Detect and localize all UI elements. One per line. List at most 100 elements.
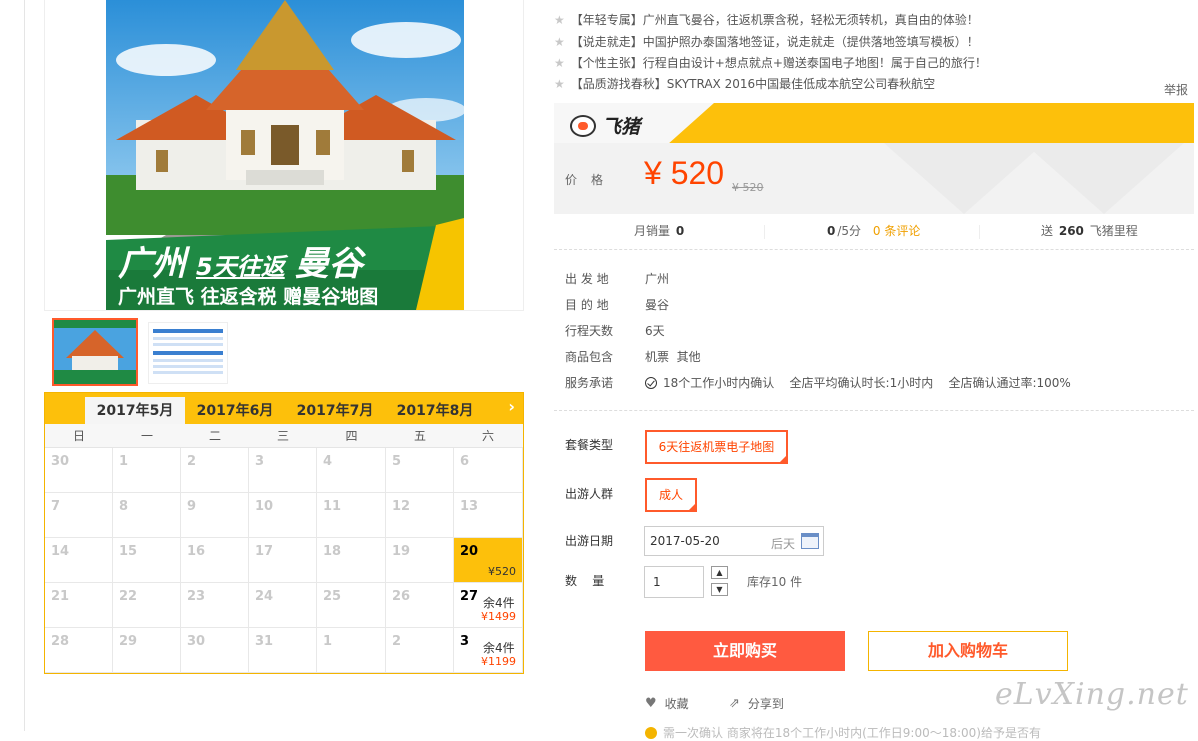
calendar-day-stock: 余4件	[483, 596, 515, 610]
rating-suffix: /5分	[837, 224, 862, 238]
banner-subtitle: 广州直飞 往返含税 赠曼谷地图	[118, 286, 379, 308]
star-icon: ★	[554, 56, 565, 70]
highlight-text: 【个性主张】行程自由设计+想点就点+赠送泰国电子地图！属于自己的旅行！	[570, 56, 987, 70]
travel-date-input[interactable]: 2017-05-20 后天	[644, 526, 824, 556]
calendar-day-number: 1	[323, 634, 333, 649]
calendar-day-cell: 30	[181, 628, 249, 673]
reviews-link[interactable]: 0 条评论	[873, 224, 920, 238]
calendar-day-number: 1	[119, 454, 129, 469]
banner-dest: 曼谷	[294, 244, 363, 284]
calendar-day-number: 16	[187, 544, 206, 559]
calendar-day-cell: 1	[113, 448, 181, 493]
page-left-border	[24, 0, 25, 731]
quantity-increase-button[interactable]: ▲	[711, 566, 728, 579]
sales-value: 0	[675, 224, 685, 238]
date-hint: 后天	[771, 537, 796, 551]
calendar-day-cell[interactable]: 20 ¥520	[454, 538, 523, 583]
package-option-button[interactable]: 6天往返机票电子地图	[645, 430, 788, 464]
calendar-day-number: 18	[323, 544, 342, 559]
share-button[interactable]: ⇗ 分享到	[729, 695, 784, 712]
calendar-day-cell: 22	[113, 583, 181, 628]
highlight-text: 【说走就走】中国护照办泰国落地签证，说走就走（提供落地签填写模板）！	[570, 35, 979, 49]
calendar-day-number: 8	[119, 499, 129, 514]
calendar-day-number: 17	[255, 544, 274, 559]
calendar-day-cell: 4	[317, 448, 386, 493]
current-price: ¥ 520	[644, 155, 725, 191]
calendar-day-number: 10	[255, 499, 274, 514]
highlight-item: ★ 【个性主张】行程自由设计+想点就点+赠送泰国电子地图！属于自己的旅行！	[554, 54, 987, 72]
calendar-day-price: ¥520	[488, 565, 516, 578]
price-label: 价格	[565, 173, 618, 187]
miles-prefix: 送	[1041, 224, 1054, 238]
calendar-day-cell[interactable]: 27 余4件 ¥1499	[454, 583, 523, 628]
tab-month-june[interactable]: 2017年6月	[185, 397, 285, 424]
calendar-day-cell: 1	[317, 628, 386, 673]
calendar-day-cell: 10	[249, 493, 317, 538]
calendar-day-cell: 26	[386, 583, 454, 628]
calendar-day-cell: 29	[113, 628, 181, 673]
check-circle-icon	[645, 376, 657, 389]
star-icon: ★	[554, 77, 565, 91]
calendar-day-number: 24	[255, 589, 274, 604]
stats-divider	[764, 225, 765, 239]
calendar-day-number: 6	[460, 454, 470, 469]
main-product-image: 广州 5天往返 曼谷 广州直飞 往返含税 赠曼谷地图	[44, 0, 524, 311]
rating-value: 0	[827, 224, 836, 238]
banner-title: 广州 5天往返 曼谷	[118, 236, 363, 285]
weekday-label: 四	[345, 429, 358, 443]
departure-calendar: 2017年5月 2017年6月 2017年7月 2017年8月 › 日 一 二 三 四 五…	[44, 392, 524, 674]
days-value: 6天	[645, 324, 665, 338]
calendar-day-number: 22	[119, 589, 138, 604]
section-divider	[554, 410, 1194, 411]
monthly-sales: 月销量 0	[634, 218, 686, 250]
thumbnail-1[interactable]	[52, 318, 138, 386]
weekday-label: 六	[481, 429, 494, 443]
calendar-day-number: 11	[323, 499, 342, 514]
calendar-day-number: 30	[187, 634, 206, 649]
favorite-button[interactable]: ♥ 收藏	[645, 695, 689, 712]
calendar-day-number: 19	[392, 544, 411, 559]
calendar-day-number: 2	[392, 634, 402, 649]
tab-month-july[interactable]: 2017年7月	[285, 397, 385, 424]
calendar-day-cell: 2	[181, 448, 249, 493]
price-panel: 价格 ¥ 520 ¥ 520	[554, 143, 1194, 214]
price-panel-decoration	[884, 143, 1044, 214]
calendar-month-tabs: 2017年5月 2017年6月 2017年7月 2017年8月 ›	[45, 393, 523, 424]
product-gallery: 广州 5天往返 曼谷 广州直飞 往返含税 赠曼谷地图 2017年5月 2017年…	[44, 0, 524, 731]
miles-reward: 送 260 飞猪里程	[1041, 218, 1138, 250]
highlight-item: ★ 【年轻专属】广州直飞曼谷，往返机票含税，轻松无须转机，真自由的体验！	[554, 11, 979, 29]
calendar-day-number: 20	[460, 544, 479, 559]
calendar-day-number: 30	[51, 454, 70, 469]
calendar-day-cell: 19	[386, 538, 454, 583]
buy-now-button[interactable]: 立即购买	[645, 631, 845, 671]
calendar-day-cell: 23	[181, 583, 249, 628]
sales-stats: 月销量 0 0/5分 0 条评论 送 260 飞猪里程	[554, 218, 1194, 250]
quantity-decrease-button[interactable]: ▼	[711, 583, 728, 596]
tab-month-august[interactable]: 2017年8月	[385, 397, 485, 424]
calendar-day-cell: 18	[317, 538, 386, 583]
calendar-day-cell: 16	[181, 538, 249, 583]
calendar-day-number: 2	[187, 454, 197, 469]
calendar-day-cell[interactable]: 3 余4件 ¥1199	[454, 628, 523, 673]
calendar-day-number: 29	[119, 634, 138, 649]
calendar-icon[interactable]	[801, 533, 819, 549]
quantity-input[interactable]: 1	[644, 566, 704, 598]
calendar-day-cell: 2	[386, 628, 454, 673]
calendar-day-cell: 24	[249, 583, 317, 628]
weekday-label: 二	[208, 429, 221, 443]
traveler-option-button[interactable]: 成人	[645, 478, 697, 512]
report-link[interactable]: 举报	[1164, 81, 1188, 98]
calendar-day-cell: 17	[249, 538, 317, 583]
calendar-day-number: 7	[51, 499, 61, 514]
star-icon: ★	[554, 35, 565, 49]
banner-trip: 5天往返	[196, 253, 285, 281]
next-month-arrow-icon[interactable]: ›	[508, 397, 515, 416]
site-watermark: eLvXing.net	[995, 677, 1189, 712]
tab-month-may[interactable]: 2017年5月	[85, 397, 185, 424]
highlight-text: 【品质游找春秋】SKYTRAX 2016中国最佳低成本航空公司春秋航空	[570, 77, 936, 91]
calendar-day-cell: 8	[113, 493, 181, 538]
add-to-cart-button[interactable]: 加入购物车	[868, 631, 1068, 671]
thumbnail-2[interactable]	[148, 322, 228, 384]
calendar-day-cell: 11	[317, 493, 386, 538]
stats-divider	[979, 225, 980, 239]
